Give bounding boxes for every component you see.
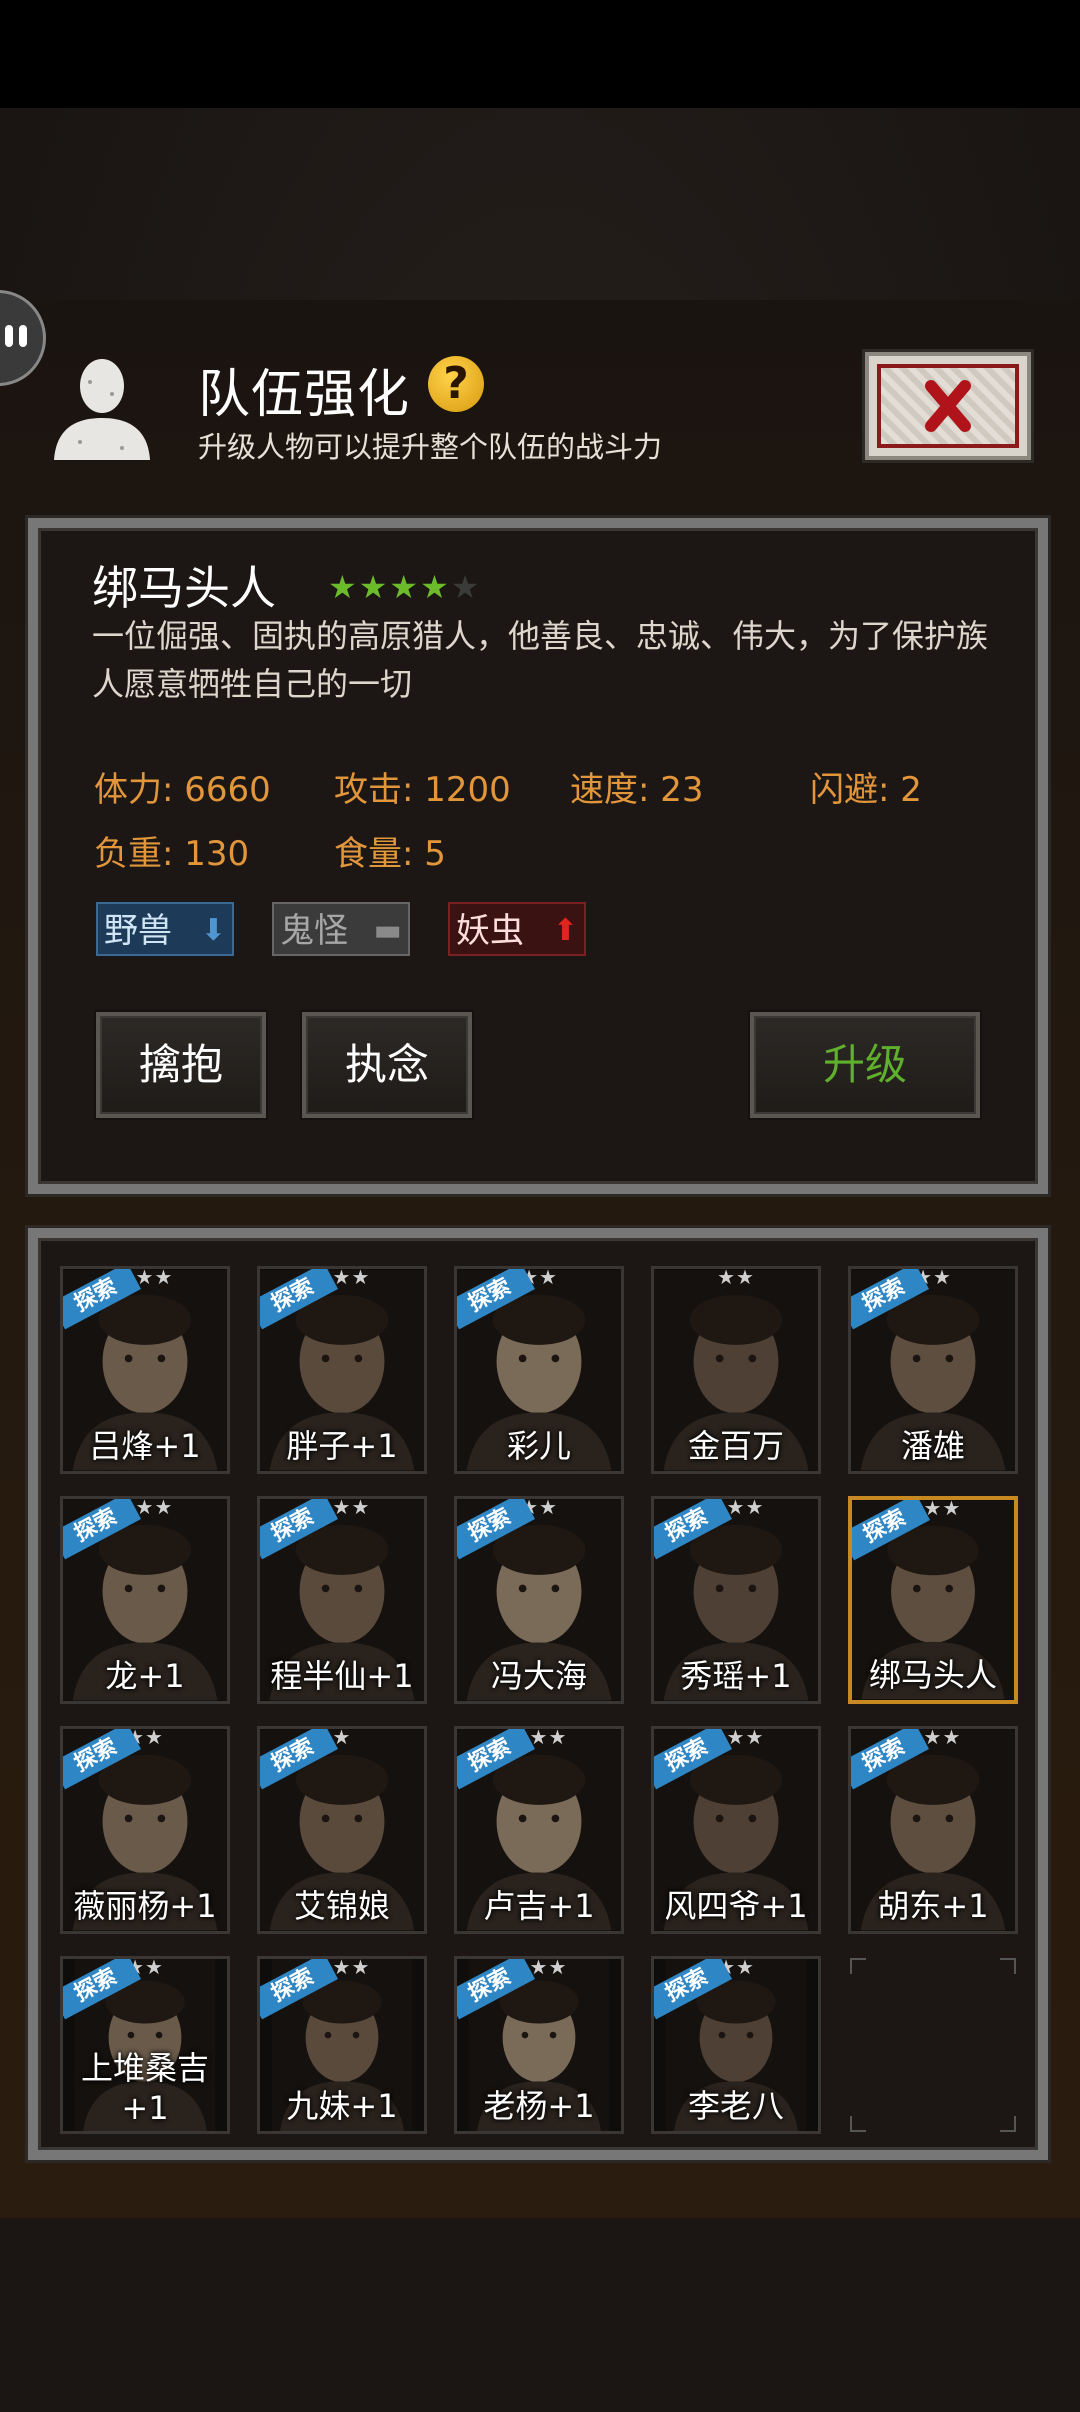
arrow-down-icon: ⬇ — [200, 913, 226, 948]
tab-dot-icon — [5, 325, 13, 347]
stat-speed: 速度: 23 — [570, 770, 704, 810]
stat-load: 负重: 130 — [94, 834, 250, 874]
character-card[interactable]: ★★★ 探索 卢吉+1 — [454, 1726, 624, 1934]
slot-corner — [1000, 2116, 1016, 2132]
close-button[interactable] — [862, 349, 1034, 463]
stat-food: 食量: 5 — [334, 834, 446, 874]
character-name: 吕烽+1 — [89, 1427, 201, 1465]
character-card[interactable]: ★★ 探索 薇丽杨+1 — [60, 1726, 230, 1934]
character-card[interactable]: ★★ 探索 潘雄 — [848, 1266, 1018, 1474]
hero-rating-stars: ★★★★★ — [328, 568, 481, 606]
user-silhouette-icon — [54, 359, 150, 460]
character-name: 薇丽杨+1 — [73, 1887, 217, 1925]
star-filled-icon: ★★★★ — [328, 568, 451, 606]
tag-ghost-label: 鬼怪 — [280, 911, 348, 951]
obsess-button[interactable]: 执念 — [302, 1012, 472, 1118]
character-card[interactable]: ★★ 探索 上堆桑吉+1 — [60, 1956, 230, 2134]
character-card[interactable]: ★★★ 探索 老杨+1 — [454, 1956, 624, 2134]
character-name: 金百万 — [687, 1427, 784, 1465]
character-card[interactable]: ★★★ 探索 胡东+1 — [848, 1726, 1018, 1934]
close-x-icon — [925, 380, 971, 432]
character-name: 彩儿 — [506, 1427, 571, 1465]
character-name: 艾锦娘 — [293, 1887, 390, 1925]
character-name: 老杨+1 — [483, 2087, 595, 2125]
character-name: 冯大海 — [490, 1657, 587, 1695]
character-card[interactable]: ★ 探索 艾锦娘 — [257, 1726, 427, 1934]
tag-beast-label: 野兽 — [104, 911, 172, 951]
character-name: 胖子+1 — [286, 1427, 398, 1465]
hero-description: 一位倔强、固执的高原猎人，他善良、忠诚、伟大，为了保护族人愿意牺牲自己的一切 — [92, 617, 989, 703]
star-empty-icon: ★ — [450, 568, 482, 606]
character-card[interactable]: ★★★ 探索 吕烽+1 — [60, 1266, 230, 1474]
status-bar — [0, 0, 1080, 108]
character-name: 程半仙+1 — [270, 1657, 414, 1695]
page-subtitle: 升级人物可以提升整个队伍的战斗力 — [198, 430, 663, 464]
stat-hp: 体力: 6660 — [94, 770, 271, 810]
slot-corner — [1000, 1958, 1016, 1974]
character-card[interactable]: ★★★ 探索 风四爷+1 — [651, 1726, 821, 1934]
character-name: 绑马头人 — [868, 1656, 997, 1694]
character-card[interactable]: ★★★ 探索 九妹+1 — [257, 1956, 427, 2134]
character-card[interactable]: ★★★ 探索 龙+1 — [60, 1496, 230, 1704]
navigation-bar — [0, 2218, 1080, 2412]
stat-attack: 攻击: 1200 — [334, 770, 511, 810]
character-card[interactable]: ★★ 探索 彩儿 — [454, 1266, 624, 1474]
character-name: 龙+1 — [105, 1657, 185, 1695]
tag-beast: 野兽 ⬇ — [96, 902, 234, 956]
tab-dot-icon — [19, 325, 27, 347]
character-card[interactable]: ★★ 探索 李老八 — [651, 1956, 821, 2134]
character-card[interactable]: ★★★ 探索 程半仙+1 — [257, 1496, 427, 1704]
character-name: 潘雄 — [900, 1427, 965, 1465]
character-card[interactable]: ★★★ 探索 绑马头人 — [848, 1496, 1018, 1704]
slot-corner — [850, 1958, 866, 1974]
page-title: 队伍强化 — [198, 365, 411, 425]
arrow-up-icon: ⬆ — [552, 913, 578, 948]
character-card[interactable]: ★★ 金百万 — [651, 1266, 821, 1474]
character-card[interactable]: ★★ 探索 冯大海 — [454, 1496, 624, 1704]
stat-dodge: 闪避: 2 — [810, 770, 922, 810]
character-card[interactable]: ★★★ 探索 胖子+1 — [257, 1266, 427, 1474]
character-name: 九妹+1 — [286, 2087, 398, 2125]
neutral-icon: ▬ — [373, 913, 402, 948]
character-name: 上堆桑吉+1 — [80, 2049, 209, 2127]
character-name: 卢吉+1 — [483, 1887, 595, 1925]
hero-name: 绑马头人 — [92, 561, 276, 615]
slot-corner — [850, 2116, 866, 2132]
character-card[interactable]: ★★★ 探索 秀瑶+1 — [651, 1496, 821, 1704]
help-icon[interactable]: ? — [428, 356, 484, 412]
character-name: 风四爷+1 — [664, 1887, 808, 1925]
close-button-frame — [877, 364, 1019, 448]
character-stars: ★★ — [717, 1266, 755, 1289]
tag-ghost: 鬼怪 ▬ — [272, 902, 410, 956]
upgrade-button[interactable]: 升级 — [750, 1012, 980, 1118]
tag-bug-label: 妖虫 — [456, 911, 524, 951]
character-name: 秀瑶+1 — [680, 1657, 792, 1695]
tag-bug: 妖虫 ⬆ — [448, 902, 586, 956]
character-name: 胡东+1 — [877, 1887, 989, 1925]
empty-slot — [848, 1956, 1018, 2134]
capture-button[interactable]: 擒抱 — [96, 1012, 266, 1118]
character-name: 李老八 — [687, 2087, 784, 2125]
